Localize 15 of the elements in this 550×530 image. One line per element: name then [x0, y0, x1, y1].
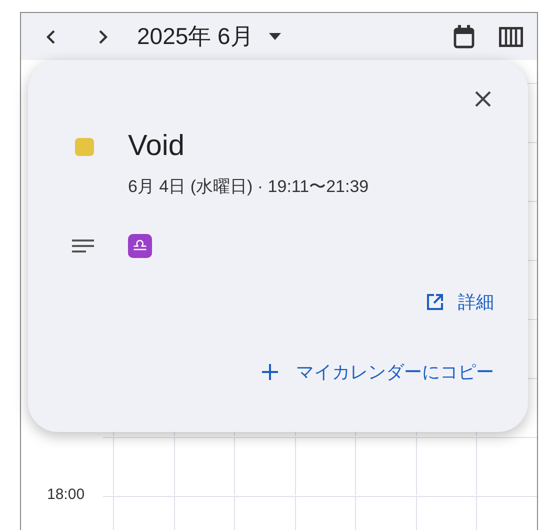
event-description: ♎ [128, 234, 152, 258]
chevron-left-icon [45, 28, 57, 44]
time-label: 18:00 [47, 486, 85, 503]
month-title[interactable]: 2025年 6月 [137, 21, 254, 52]
week-view-icon[interactable] [499, 26, 523, 46]
caret-icon[interactable] [269, 33, 282, 40]
open-external-icon [426, 293, 444, 311]
copy-to-calendar-button[interactable]: マイカレンダーにコピー [262, 360, 494, 384]
calendar-icon[interactable] [453, 24, 475, 48]
details-link[interactable]: 詳細 [426, 290, 494, 314]
event-title: Void [128, 130, 184, 163]
event-time: 6月 4日 (水曜日) · 19:11〜21:39 [128, 176, 370, 198]
plus-icon [262, 364, 278, 380]
chevron-right-icon [97, 28, 109, 44]
description-icon [72, 239, 94, 253]
